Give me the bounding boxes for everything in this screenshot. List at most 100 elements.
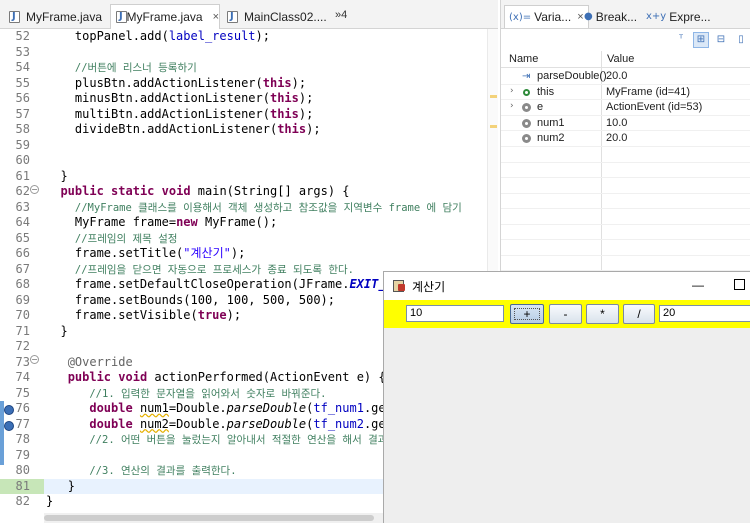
line-number: 52 bbox=[15, 29, 30, 43]
table-grid-line bbox=[501, 223, 750, 225]
editor-tab-myframe-active[interactable]: MyFrame.java × bbox=[110, 4, 220, 29]
editor-tab-label: MyFrame.java bbox=[126, 10, 203, 24]
maximize-button[interactable] bbox=[734, 279, 745, 290]
code-line-65: //프레임의 제목 설정 bbox=[74, 232, 178, 245]
variable-name: parseDouble() bbox=[537, 70, 607, 82]
collapse-all-icon[interactable]: ⊟ bbox=[713, 32, 729, 48]
code-line-75: //1. 입력한 문자열을 읽어와서 숫자로 바꿔준다. bbox=[89, 387, 327, 400]
table-grid-line bbox=[501, 239, 750, 240]
variable-row[interactable]: › e ActionEvent (id=53) bbox=[501, 100, 750, 116]
line-number: 64 bbox=[15, 215, 30, 229]
horizontal-scrollbar[interactable] bbox=[44, 513, 384, 523]
table-grid-line bbox=[501, 177, 750, 178]
plus-button[interactable]: + bbox=[510, 304, 544, 324]
num2-text-field[interactable]: 20 bbox=[659, 305, 750, 322]
editor-tab-myframe-1[interactable]: MyFrame.java bbox=[4, 4, 104, 29]
line-number: 67 bbox=[15, 261, 30, 276]
this-object-icon bbox=[523, 88, 530, 96]
breakpoints-icon: ● bbox=[584, 11, 593, 22]
java-app-icon bbox=[392, 278, 406, 292]
variables-icon: (x)= bbox=[509, 11, 532, 23]
line-number: 81 bbox=[15, 478, 30, 493]
variable-value: 20.0 bbox=[606, 70, 628, 82]
variable-row[interactable]: num2 20.0 bbox=[501, 131, 750, 147]
variable-value: 20.0 bbox=[606, 132, 628, 144]
variable-value: 10.0 bbox=[606, 116, 628, 129]
code-line-81: } bbox=[67, 478, 75, 493]
variables-toolbar: ᵀ ⊞ ⊟ ▯ bbox=[500, 29, 750, 51]
line-number: 72 bbox=[15, 339, 30, 353]
minimize-button[interactable]: — bbox=[686, 274, 710, 296]
debug-views-tab-bar: (x)= Varia... × ● Break... x+y Expre... bbox=[500, 0, 750, 29]
fold-toggle-icon[interactable]: − bbox=[30, 184, 39, 194]
show-type-names-icon[interactable]: ᵀ bbox=[673, 32, 689, 48]
expressions-icon: x+y bbox=[646, 11, 667, 22]
tab-expressions[interactable]: x+y Expre... bbox=[646, 5, 711, 28]
variable-value: ActionEvent (id=53) bbox=[606, 101, 703, 113]
column-header-name[interactable]: Name bbox=[509, 53, 538, 65]
window-title: 계산기 bbox=[412, 280, 446, 294]
tab-variables[interactable]: (x)= Varia... × bbox=[504, 5, 589, 28]
code-line-52: topPanel.add(label_result); bbox=[74, 29, 270, 43]
variable-name: e bbox=[537, 101, 544, 113]
line-number: 77 bbox=[15, 416, 30, 431]
table-grid-line bbox=[501, 254, 750, 256]
show-logical-structure-icon[interactable]: ⊞ bbox=[693, 32, 709, 48]
variable-name: num2 bbox=[537, 132, 565, 144]
line-number: 68 bbox=[15, 277, 30, 291]
expand-chevron-icon[interactable]: › bbox=[510, 101, 514, 111]
fold-toggle-icon[interactable]: − bbox=[30, 355, 39, 364]
tab-overflow-button[interactable]: »4 bbox=[335, 9, 347, 21]
code-line-54: //버튼에 리스너 등록하기 bbox=[74, 62, 197, 74]
column-header-value[interactable]: Value bbox=[607, 53, 634, 65]
variable-row[interactable]: num1 10.0 bbox=[501, 116, 750, 131]
line-number: 62 bbox=[15, 184, 30, 198]
code-line-58: divideBtn.addActionListener(this); bbox=[74, 122, 321, 136]
window-title-bar[interactable]: 계산기 — bbox=[384, 272, 750, 300]
variable-row[interactable]: ⇥ parseDouble() 20.0 bbox=[501, 69, 750, 85]
java-file-icon bbox=[8, 10, 22, 24]
num1-text-field[interactable]: 10 bbox=[406, 305, 504, 322]
code-line-62: public static void main(String[] args) { bbox=[60, 184, 350, 198]
calculator-window: 계산기 — 10 + - * / 20 bbox=[383, 271, 750, 523]
table-grid-line bbox=[501, 161, 750, 163]
tab-breakpoints[interactable]: ● Break... bbox=[584, 5, 637, 28]
multiply-button[interactable]: * bbox=[586, 304, 619, 324]
current-line-highlight bbox=[44, 478, 384, 494]
close-icon[interactable]: × bbox=[577, 11, 583, 23]
close-icon[interactable]: × bbox=[213, 11, 219, 23]
code-line-74: public void actionPerformed(ActionEvent … bbox=[67, 370, 386, 384]
code-line-64: MyFrame frame=new MyFrame(); bbox=[74, 215, 278, 229]
warning-marker[interactable] bbox=[490, 125, 497, 128]
minus-button[interactable]: - bbox=[549, 304, 582, 324]
code-line-61: } bbox=[60, 168, 68, 183]
line-number: 57 bbox=[15, 106, 30, 121]
expand-chevron-icon[interactable]: › bbox=[510, 86, 514, 96]
code-line-82: } bbox=[46, 494, 54, 508]
view-menu-icon[interactable]: ▯ bbox=[733, 32, 749, 48]
variable-name: this bbox=[537, 85, 555, 98]
line-number: 70 bbox=[15, 308, 30, 322]
line-number: 56 bbox=[15, 91, 30, 105]
editor-tab-label: MyFrame.java bbox=[26, 9, 103, 24]
warning-marker[interactable] bbox=[490, 95, 497, 98]
line-number: 55 bbox=[15, 75, 30, 90]
editor-tab-label: MainClass02.... bbox=[244, 9, 327, 24]
local-variable-icon bbox=[522, 103, 531, 112]
table-grid-line bbox=[501, 208, 750, 209]
line-number: 59 bbox=[15, 137, 30, 152]
code-line-66: frame.setTitle("계산기"); bbox=[74, 246, 246, 260]
line-number: 71 bbox=[15, 323, 30, 338]
line-number: 65 bbox=[15, 230, 30, 245]
scrollbar-thumb[interactable] bbox=[44, 515, 374, 521]
code-line-80: //3. 연산의 결과를 출력한다. bbox=[89, 465, 237, 477]
code-line-70: frame.setVisible(true); bbox=[74, 308, 242, 322]
code-line-67: //프레임을 닫으면 자동으로 프로세스가 종료 되도록 한다. bbox=[74, 263, 354, 276]
editor-tab-mainclass02[interactable]: MainClass02.... bbox=[222, 4, 330, 29]
java-file-icon bbox=[226, 10, 240, 24]
line-number: 53 bbox=[15, 44, 30, 59]
line-number: 69 bbox=[15, 292, 30, 307]
variable-row[interactable]: › this MyFrame (id=41) bbox=[501, 85, 750, 100]
editor-tab-bar: MyFrame.java MyFrame.java × MainClass02.… bbox=[0, 0, 498, 29]
divide-button[interactable]: / bbox=[623, 304, 655, 324]
